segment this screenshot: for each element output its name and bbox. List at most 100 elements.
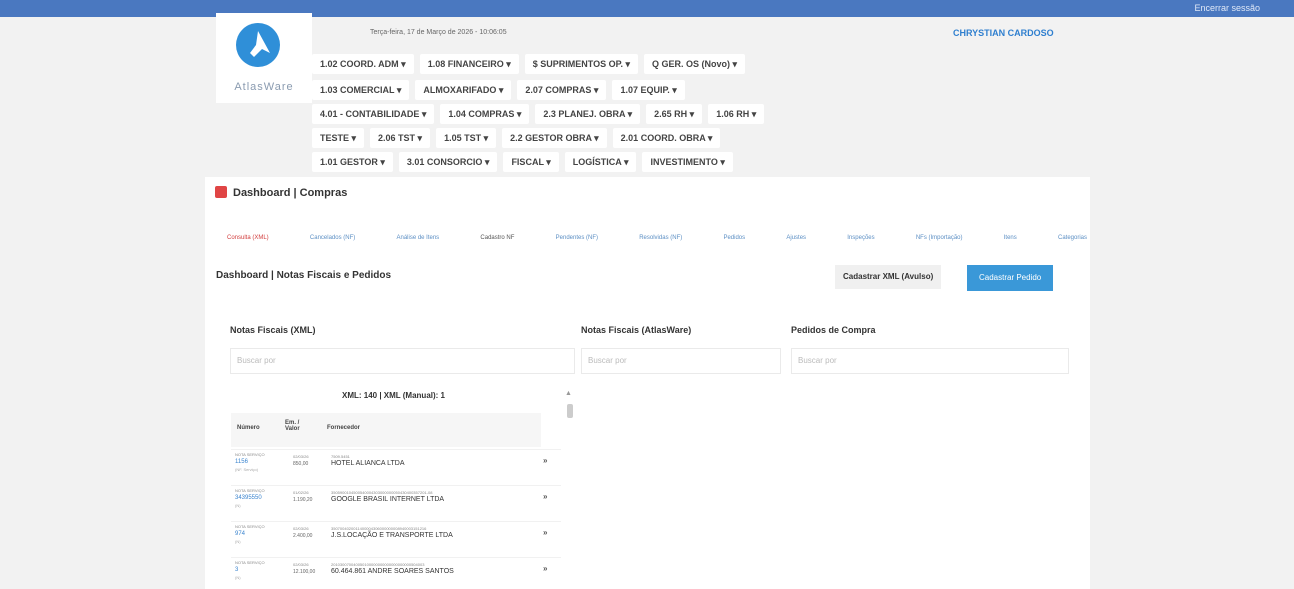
nota-sub: (N): [235, 539, 241, 544]
nota-numero[interactable]: 3: [235, 567, 238, 573]
nota-emissao: 01/02/26: [293, 490, 309, 495]
menu-planej-obra[interactable]: 2.3 PLANEJ. OBRA ▾: [535, 104, 641, 124]
menu-row-2: 1.03 COMERCIAL ▾ ALMOXARIFADO ▾ 2.07 COM…: [312, 80, 685, 102]
nota-valor: 12.100,00: [293, 569, 316, 575]
nf-atlas-label: Notas Fiscais (AtlasWare): [581, 325, 692, 335]
menu-gestor[interactable]: 1.01 GESTOR ▾: [312, 152, 393, 172]
menu-comercial[interactable]: 1.03 COMERCIAL ▾: [312, 80, 410, 100]
tab-cancelados[interactable]: Cancelados (NF): [310, 235, 355, 241]
tab-inspecoes[interactable]: Inspeções: [847, 235, 874, 241]
nota-tipo: NOTA SERVIÇO: [235, 452, 265, 457]
col-em-valor: Em. / Valor: [285, 420, 300, 432]
current-datetime: Terça-feira, 17 de Março de 2026 - 10:06…: [370, 29, 507, 36]
menu-contabilidade[interactable]: 4.01 - CONTABILIDADE ▾: [312, 104, 435, 124]
table-row[interactable]: NOTA SERVIÇO 974 (N) 02/03/26 2.400,00 3…: [231, 521, 561, 557]
menu-almoxarifado[interactable]: ALMOXARIFADO ▾: [415, 80, 512, 100]
nota-tipo: NOTA SERVIÇO: [235, 560, 265, 565]
panel-title: Dashboard | Compras: [215, 186, 347, 199]
nota-sub: (N): [235, 575, 241, 580]
nota-fornecedor: J.S.LOCAÇÃO E TRANSPORTE LTDA: [331, 532, 453, 539]
menu-teste[interactable]: TESTE ▾: [312, 128, 365, 148]
nota-chave: 3505900104500540004303000000050430400357…: [331, 490, 433, 495]
nota-valor: 1.190,20: [293, 497, 313, 503]
menu-row-3: 4.01 - CONTABILIDADE ▾ 1.04 COMPRAS ▾ 2.…: [312, 104, 765, 126]
menu-investimento[interactable]: INVESTIMENTO ▾: [642, 152, 733, 172]
nota-fornecedor: HOTEL ALIANCA LTDA: [331, 460, 405, 467]
nota-numero[interactable]: 34395550: [235, 495, 262, 501]
tab-bar: Consulta (XML) Cancelados (NF) Análise d…: [227, 235, 1087, 241]
tab-categorias[interactable]: Categorias: [1058, 235, 1087, 241]
tab-pedidos[interactable]: Pedidos: [723, 235, 745, 241]
nota-emissao: 02/03/26: [293, 454, 309, 459]
atlasware-logo-icon: [236, 23, 280, 67]
menu-compras-207[interactable]: 2.07 COMPRAS ▾: [517, 80, 607, 100]
open-row-icon[interactable]: »: [543, 528, 547, 537]
menu-tst-105[interactable]: 1.05 TST ▾: [436, 128, 497, 148]
tab-ajustes[interactable]: Ajustes: [786, 235, 806, 241]
nota-numero[interactable]: 974: [235, 531, 245, 537]
open-row-icon[interactable]: »: [543, 492, 547, 501]
menu-fiscal[interactable]: FISCAL ▾: [503, 152, 559, 172]
search-pedidos[interactable]: Buscar por: [791, 348, 1069, 374]
menu-tst-206[interactable]: 2.06 TST ▾: [370, 128, 431, 148]
nota-valor: 850,00: [293, 461, 309, 467]
nota-valor: 2.400,00: [293, 533, 313, 539]
nota-tipo: NOTA SERVIÇO: [235, 488, 265, 493]
dashboard-title: Dashboard | Notas Fiscais e Pedidos: [216, 270, 392, 281]
tab-pendentes[interactable]: Pendentes (NF): [556, 235, 598, 241]
nota-fornecedor: 60.464.861 ANDRE SOARES SANTOS: [331, 568, 454, 575]
menu-logistica[interactable]: LOGÍSTICA ▾: [564, 152, 637, 172]
menu-row-4: TESTE ▾ 2.06 TST ▾ 1.05 TST ▾ 2.2 GESTOR…: [312, 128, 721, 150]
menu-suprimentos[interactable]: $ SUPRIMENTOS OP. ▾: [524, 54, 638, 74]
menu-rh-106[interactable]: 1.06 RH ▾: [708, 104, 765, 124]
logo[interactable]: AtlasWare: [216, 13, 312, 103]
open-row-icon[interactable]: »: [543, 456, 547, 465]
menu-financeiro[interactable]: 1.08 FINANCEIRO ▾: [419, 54, 519, 74]
menu-compras-104[interactable]: 1.04 COMPRAS ▾: [440, 104, 530, 124]
table-row[interactable]: NOTA SERVIÇO 3 (N) 02/03/26 12.100,00 20…: [231, 557, 561, 589]
tab-itens[interactable]: Itens: [1004, 235, 1017, 241]
nota-emissao: 02/03/26: [293, 526, 309, 531]
col-numero: Número: [237, 425, 260, 431]
nota-tipo: NOTA SERVIÇO: [235, 524, 265, 529]
menu-coord-obra[interactable]: 2.01 COORD. OBRA ▾: [612, 128, 721, 148]
logout-link[interactable]: Encerrar sessão: [1194, 3, 1260, 13]
menu-coord-adm[interactable]: 1.02 COORD. ADM ▾: [312, 54, 414, 74]
tab-consulta-xml[interactable]: Consulta (XML): [227, 235, 269, 241]
cadastrar-pedido-button[interactable]: Cadastrar Pedido: [967, 265, 1054, 291]
nota-sub: (N): [235, 503, 241, 508]
col-fornecedor: Fornecedor: [327, 425, 361, 431]
nota-numero[interactable]: 1156: [235, 459, 248, 465]
user-name[interactable]: CHRYSTIAN CARDOSO: [953, 28, 1054, 38]
menu-consorcio[interactable]: 3.01 CONSORCIO ▾: [398, 152, 498, 172]
nota-chave: 2010300700400501000000000000000000005040…: [331, 562, 425, 567]
menu-row-5: 1.01 GESTOR ▾ 3.01 CONSORCIO ▾ FISCAL ▾ …: [312, 152, 733, 174]
logo-name: AtlasWare: [234, 81, 294, 93]
table-row[interactable]: NOTA SERVIÇO 34395550 (N) 01/02/26 1.190…: [231, 485, 561, 521]
scroll-up-icon[interactable]: ▲: [565, 390, 572, 397]
menu-rh-265[interactable]: 2.65 RH ▾: [646, 104, 703, 124]
menu-row-1: 1.02 COORD. ADM ▾ 1.08 FINANCEIRO ▾ $ SU…: [312, 54, 745, 76]
tab-cadastro-nf[interactable]: Cadastro NF: [480, 235, 514, 241]
tab-nfs-importacao[interactable]: NFs (Importação): [916, 235, 963, 241]
scrollbar-thumb[interactable]: [567, 404, 573, 418]
dashboard-icon: [215, 186, 227, 198]
nota-chave: 3507004020011400004306000000008940003151…: [331, 526, 427, 531]
tab-analise-itens[interactable]: Análise de Itens: [396, 235, 439, 241]
nota-emissao: 02/03/26: [293, 562, 309, 567]
nota-sub: (NF. Serviço): [235, 467, 259, 472]
dashboard-panel: Dashboard | Compras Consulta (XML) Cance…: [205, 177, 1090, 589]
menu-equip[interactable]: 1.07 EQUIP. ▾: [612, 80, 685, 100]
cadastrar-xml-button[interactable]: Cadastrar XML (Avulso): [835, 265, 942, 289]
menu-ger-os[interactable]: Q GER. OS (Novo) ▾: [643, 54, 745, 74]
menu-gestor-obra[interactable]: 2.2 GESTOR OBRA ▾: [502, 128, 607, 148]
table-header: Número Em. / Valor Fornecedor: [231, 413, 541, 447]
nota-fornecedor: GOOGLE BRASIL INTERNET LTDA: [331, 496, 445, 503]
xml-summary: XML: 140 | XML (Manual): 1: [342, 391, 445, 400]
tab-resolvidas[interactable]: Resolvidas (NF): [639, 235, 682, 241]
open-row-icon[interactable]: »: [543, 564, 547, 573]
top-bar: Encerrar sessão: [0, 0, 1294, 17]
search-nf-xml[interactable]: Buscar por: [230, 348, 575, 374]
table-row[interactable]: NOTA SERVIÇO 1156 (NF. Serviço) 02/03/26…: [231, 449, 561, 485]
search-nf-atlas[interactable]: Buscar por: [581, 348, 781, 374]
